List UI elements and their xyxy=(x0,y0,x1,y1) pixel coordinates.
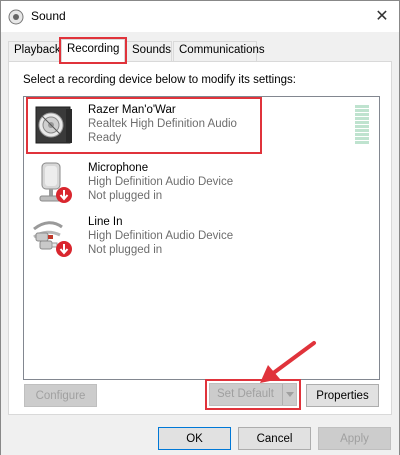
device-status: Ready xyxy=(88,132,122,144)
ok-button[interactable]: OK xyxy=(158,427,231,450)
device-name: Line In xyxy=(88,216,123,228)
title-bar: Sound ✕ xyxy=(1,1,399,32)
line-in-jack-icon xyxy=(33,221,72,257)
meter-bar xyxy=(355,125,369,128)
cancel-button[interactable]: Cancel xyxy=(238,427,311,450)
tab-communications[interactable]: Communications xyxy=(173,41,265,61)
tab-recording[interactable]: Recording xyxy=(59,37,127,64)
device-description: High Definition Audio Device xyxy=(88,230,234,242)
device-list[interactable]: Razer Man'o'War Realtek High Definition … xyxy=(23,96,380,380)
meter-bar xyxy=(355,109,369,112)
tab-label: Communications xyxy=(179,44,265,56)
apply-button[interactable]: Apply xyxy=(318,427,391,450)
button-label: OK xyxy=(186,432,203,445)
set-default-dropdown[interactable] xyxy=(282,384,296,405)
tab-label: Recording xyxy=(67,43,120,55)
device-name: Microphone xyxy=(88,162,149,174)
device-description: Realtek High Definition Audio xyxy=(88,118,237,130)
sound-dialog: Sound ✕ Playback Recording Sounds Commun… xyxy=(0,0,400,455)
microphone-icon xyxy=(39,162,72,203)
window-title: Sound xyxy=(31,9,66,23)
configure-button[interactable]: Configure xyxy=(24,384,97,407)
close-icon: ✕ xyxy=(375,8,389,25)
device-name: Razer Man'o'War xyxy=(88,104,176,116)
device-status: Not plugged in xyxy=(88,190,163,202)
meter-bar xyxy=(355,117,369,120)
instruction-text: Select a recording device below to modif… xyxy=(23,74,296,86)
speaker-headset-icon xyxy=(35,106,72,144)
meter-bar xyxy=(355,105,369,108)
meter-bar xyxy=(355,133,369,136)
dialog-footer: OK Cancel Apply xyxy=(1,419,399,455)
meter-bar xyxy=(355,113,369,116)
tab-label: Playback xyxy=(14,44,61,56)
device-item-microphone[interactable]: Microphone High Definition Audio Device … xyxy=(24,155,381,211)
annotation-arrow-icon xyxy=(260,341,316,383)
level-meter xyxy=(355,105,369,147)
recording-panel: Select a recording device below to modif… xyxy=(8,61,392,415)
meter-bar xyxy=(355,121,369,124)
device-item-razer[interactable]: Razer Man'o'War Realtek High Definition … xyxy=(24,97,381,154)
close-button[interactable]: ✕ xyxy=(371,5,393,27)
device-item-line-in[interactable]: Line In High Definition Audio Device Not… xyxy=(24,209,381,265)
meter-bar xyxy=(355,137,369,140)
button-label: Set Default xyxy=(217,388,274,400)
properties-button[interactable]: Properties xyxy=(306,384,379,407)
button-label: Properties xyxy=(316,389,369,402)
button-label: Configure xyxy=(35,389,86,402)
meter-bar xyxy=(355,129,369,132)
device-description: High Definition Audio Device xyxy=(88,176,234,188)
chevron-down-icon xyxy=(285,392,294,397)
tab-label: Sounds xyxy=(132,44,172,56)
button-label: Cancel xyxy=(256,432,293,445)
tab-sounds[interactable]: Sounds xyxy=(126,41,172,61)
meter-bar xyxy=(355,141,369,144)
button-label: Apply xyxy=(340,432,369,445)
tab-playback[interactable]: Playback xyxy=(8,41,61,61)
speaker-icon xyxy=(8,9,24,25)
device-status: Not plugged in xyxy=(88,244,163,256)
